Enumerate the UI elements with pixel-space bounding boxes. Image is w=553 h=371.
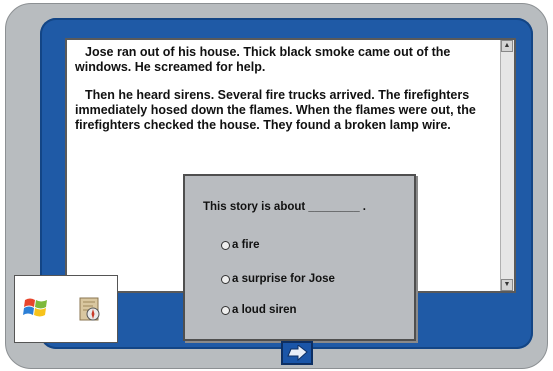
story-paragraph-1: Jose ran out of his house. Thick black s… <box>75 45 451 74</box>
radio-button[interactable] <box>221 305 230 315</box>
story-text: Jose ran out of his house. Thick black s… <box>75 45 485 146</box>
question-text: This story is about ________ . <box>203 201 366 213</box>
map-compass-icon[interactable] <box>77 294 103 324</box>
option-siren[interactable]: a loud siren <box>221 304 297 316</box>
arrow-right-icon <box>287 345 308 361</box>
scroll-down-button[interactable]: ▼ <box>501 279 513 291</box>
taskbar-icon-box <box>14 275 118 343</box>
next-button[interactable] <box>281 341 313 365</box>
story-paragraph-2: Then he heard sirens. Several fire truck… <box>75 88 476 132</box>
option-surprise[interactable]: a surprise for Jose <box>221 273 335 285</box>
option-label: a loud siren <box>232 304 297 316</box>
question-dialog: This story is about ________ . a fire a … <box>183 174 416 341</box>
option-fire[interactable]: a fire <box>221 239 260 251</box>
radio-button[interactable] <box>221 274 230 284</box>
option-label: a fire <box>232 239 260 251</box>
windows-logo-icon[interactable] <box>23 296 49 320</box>
scroll-up-button[interactable]: ▲ <box>501 40 513 52</box>
option-label: a surprise for Jose <box>232 273 335 285</box>
radio-button[interactable] <box>221 240 230 250</box>
story-scrollbar[interactable]: ▲ ▼ <box>500 40 514 291</box>
